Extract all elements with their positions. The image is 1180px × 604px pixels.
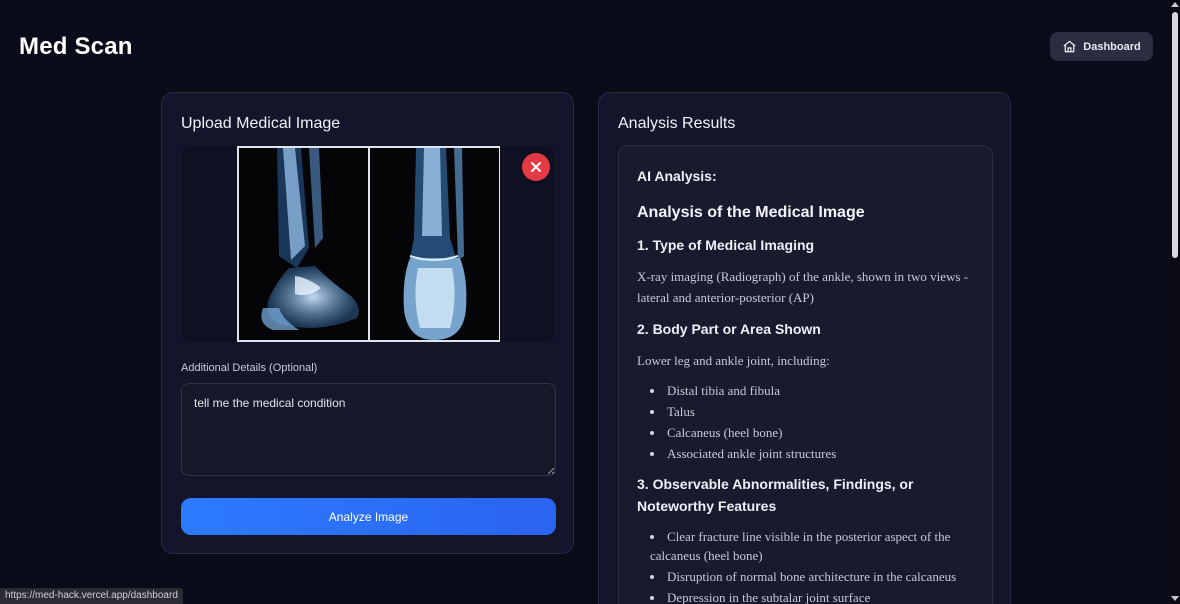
remove-image-button[interactable] xyxy=(522,153,550,181)
close-icon xyxy=(531,162,541,172)
section-2-text: Lower leg and ankle joint, including: xyxy=(637,353,830,368)
section-2-title: 2. Body Part or Area Shown xyxy=(637,321,821,337)
list-item: Distal tibia and fibula xyxy=(637,381,974,400)
details-label: Additional Details (Optional) xyxy=(181,362,318,374)
list-item: Depression in the subtalar joint surface xyxy=(637,588,974,604)
analysis-panel: AI Analysis: Analysis of the Medical Ima… xyxy=(618,145,993,604)
upload-card: Upload Medical Image Additional Details … xyxy=(161,92,574,554)
xray-lateral-view xyxy=(239,148,368,340)
xray-image xyxy=(237,146,500,342)
dashboard-label: Dashboard xyxy=(1083,40,1141,53)
list-item: Clear fracture line visible in the poste… xyxy=(637,527,974,565)
list-item: Talus xyxy=(637,402,974,421)
list-item: Calcaneus (heel bone) xyxy=(637,423,974,442)
list-item: Disruption of normal bone architecture i… xyxy=(637,567,974,586)
scroll-up-arrow[interactable] xyxy=(1171,2,1179,7)
status-bar-url: https://med-hack.vercel.app/dashboard xyxy=(0,588,183,604)
app-title: Med Scan xyxy=(19,33,133,60)
results-title: Analysis Results xyxy=(618,115,736,132)
home-icon xyxy=(1063,40,1076,53)
ai-analysis-label: AI Analysis: xyxy=(637,168,717,184)
analyze-image-button[interactable]: Analyze Image xyxy=(181,498,556,535)
scroll-thumb[interactable] xyxy=(1172,12,1178,258)
results-card: Analysis Results AI Analysis: Analysis o… xyxy=(598,92,1011,604)
list-item: Associated ankle joint structures xyxy=(637,444,974,463)
details-input[interactable]: tell me the medical condition xyxy=(181,383,556,476)
upload-title: Upload Medical Image xyxy=(181,115,341,132)
section-1-text: X-ray imaging (Radiograph) of the ankle,… xyxy=(637,269,969,305)
section-1-title: 1. Type of Medical Imaging xyxy=(637,237,815,253)
dashboard-button[interactable]: Dashboard xyxy=(1050,32,1153,61)
xray-ap-view xyxy=(370,148,499,340)
scroll-down-arrow[interactable] xyxy=(1171,596,1179,601)
page-scrollbar[interactable] xyxy=(1170,0,1180,604)
section-3-title: 3. Observable Abnormalities, Findings, o… xyxy=(637,476,914,514)
analysis-heading: Analysis of the Medical Image xyxy=(637,204,865,221)
image-preview xyxy=(181,146,555,342)
